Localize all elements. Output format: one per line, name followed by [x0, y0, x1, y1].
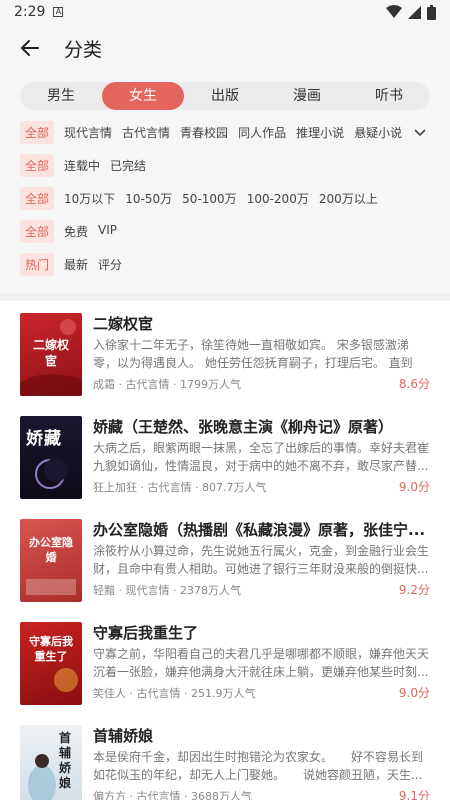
book-score: 9.2分 [398, 583, 430, 597]
book-meta: 成霜 · 古代言情 · 1799万人气 [93, 377, 241, 391]
book-score: 8.6分 [398, 377, 430, 391]
filter-all-chip[interactable]: 全部 [20, 220, 55, 243]
filter-row-category: 全部 现代言情 古代言情 青春校园 同人作品 推理小说 悬疑小说 [0, 116, 450, 149]
book-author: 成霜 [93, 377, 115, 391]
book-meta: 笑佳人 · 古代言情 · 251.9万人气 [93, 686, 256, 700]
book-description: 大病之后，眼紫两眼一抹黑，全忘了出嫁后的事情。幸好夫君崔九貌如谪仙，性情温良，对… [93, 441, 430, 472]
filter-option[interactable]: 200万以上 [319, 190, 378, 207]
filter-all-chip[interactable]: 全部 [20, 121, 55, 144]
app-bar: 分类 [0, 24, 450, 72]
book-cover: 二嫁权宦 [20, 313, 82, 396]
book-meta: 轻黯 · 现代言情 · 2378万人气 [93, 583, 241, 597]
status-time: 2:29 [14, 4, 46, 20]
book-item[interactable]: 办公室隐婚 办公室隐婚（热播剧《私藏浪漫》原著，张佳宁... 涂筱柠从小算过命，… [0, 507, 450, 610]
book-meta: 狂上加狂 · 古代言情 · 807.7万人气 [93, 480, 267, 494]
book-title: 二嫁权宦 [93, 315, 154, 333]
tab-comic[interactable]: 漫画 [266, 82, 348, 110]
filter-row-wordcount: 全部 10万以下 10-50万 50-100万 100-200万 200万以上 [0, 182, 450, 215]
filter-area: 男生 女生 出版 漫画 听书 全部 现代言情 古代言情 青春校园 同人作品 推理… [0, 72, 450, 293]
book-author: 偏方方 [93, 789, 126, 800]
book-popularity: 2378万人气 [180, 583, 241, 597]
filter-option[interactable]: 同人作品 [238, 124, 286, 141]
tab-publish[interactable]: 出版 [184, 82, 266, 110]
book-cover: 办公室隐婚 [20, 519, 82, 602]
filter-row-status: 全部 连载中 已完结 [0, 149, 450, 182]
expand-button[interactable] [410, 128, 430, 137]
filter-option[interactable]: 10-50万 [125, 190, 172, 207]
book-category: 现代言情 [125, 583, 170, 597]
book-title: 办公室隐婚（热播剧《私藏浪漫》原著，张佳宁... [93, 521, 426, 539]
book-popularity: 251.9万人气 [191, 686, 256, 700]
book-title: 首辅娇娘 [93, 727, 154, 745]
filter-all-chip[interactable]: 全部 [20, 154, 55, 177]
book-category: 古代言情 [125, 377, 170, 391]
filter-row-sort: 热门 最新 评分 [0, 248, 450, 281]
signal-icon [408, 5, 421, 19]
filter-option[interactable]: VIP [98, 223, 117, 240]
book-category: 古代言情 [147, 480, 192, 494]
arrow-left-icon [21, 40, 39, 56]
book-category: 古代言情 [136, 789, 181, 800]
filter-option[interactable]: 推理小说 [296, 124, 344, 141]
filter-option[interactable]: 10万以下 [64, 190, 115, 207]
filter-option[interactable]: 悬疑小说 [354, 124, 402, 141]
book-meta: 偏方方 · 古代言情 · 3688万人气 [93, 788, 399, 800]
book-title: 守寡后我重生了 [93, 624, 199, 642]
book-cover-title: 首辅娇娘 [58, 731, 71, 790]
filter-option[interactable]: 古代言情 [122, 124, 170, 141]
filter-option[interactable]: 已完结 [110, 157, 146, 174]
book-title: 娇藏（王楚然、张晚意主演《柳舟记》原著） [93, 418, 394, 436]
book-cover: 守寡后我重生了 [20, 622, 82, 705]
gender-tabs: 男生 女生 出版 漫画 听书 [20, 82, 430, 110]
tab-male[interactable]: 男生 [20, 82, 102, 110]
book-score: 9.1分 [398, 789, 430, 800]
book-popularity: 807.7万人气 [202, 480, 267, 494]
filter-option[interactable]: 青春校园 [180, 124, 228, 141]
section-divider [0, 293, 450, 301]
chevron-down-icon [414, 128, 426, 136]
book-cover-title: 二嫁权宦 [32, 338, 69, 368]
filter-option[interactable]: 最新 [64, 256, 88, 273]
wifi-icon [386, 5, 402, 18]
book-description: 涂筱柠从小算过命，先生说她五行属火，克金，到金融行业会生财，且命中有贵人相助。可… [93, 544, 430, 575]
book-category: 古代言情 [136, 686, 181, 700]
filter-option[interactable]: 评分 [98, 256, 122, 273]
book-description: 入徐家十二年无子，徐笙待她一直相敬如宾。 宋多银感激涕零，以为得遇良人。 她任劳… [93, 338, 413, 369]
book-description: 本是侯府千金，却因出生时抱错沦为农家女。 好不容易长到如花似玉的年纪，却无人上门… [93, 750, 424, 781]
book-list: 二嫁权宦 二嫁权宦 入徐家十二年无子，徐笙待她一直相敬如宾。 宋多银感激涕零，以… [0, 301, 450, 800]
book-cover: 首辅娇娘 [20, 725, 82, 800]
filter-option[interactable]: 免费 [64, 223, 88, 240]
book-cover-title: 守寡后我重生了 [29, 635, 73, 663]
book-cover-title: 娇藏 [26, 429, 62, 449]
book-item[interactable]: 娇藏 娇藏（王楚然、张晚意主演《柳舟记》原著） 大病之后，眼紫两眼一抹黑，全忘了… [0, 404, 450, 507]
book-cover: 娇藏 [20, 416, 82, 499]
book-popularity: 3688万人气 [191, 789, 252, 800]
sort-hot-chip[interactable]: 热门 [20, 253, 55, 276]
book-popularity: 1799万人气 [180, 377, 241, 391]
status-bar: 2:29 A [0, 0, 450, 24]
page-title: 分类 [64, 38, 103, 61]
back-button[interactable] [14, 32, 46, 64]
filter-option[interactable]: 100-200万 [247, 190, 309, 207]
filter-option[interactable]: 连载中 [64, 157, 100, 174]
book-score: 9.0分 [398, 686, 430, 700]
filter-row-price: 全部 免费 VIP [0, 215, 450, 248]
book-author: 笑佳人 [93, 686, 126, 700]
filter-option[interactable]: 50-100万 [182, 190, 237, 207]
book-author: 轻黯 [93, 583, 115, 597]
notification-icon: A [53, 7, 64, 17]
book-cover-title: 办公室隐婚 [29, 536, 73, 564]
tab-audiobook[interactable]: 听书 [348, 82, 430, 110]
book-item[interactable]: 守寡后我重生了 守寡后我重生了 守寡之前，华阳看自己的夫君几乎是哪哪都不顺眼，嫌… [0, 610, 450, 713]
book-author: 狂上加狂 [93, 480, 137, 494]
battery-icon [427, 4, 436, 20]
filter-all-chip[interactable]: 全部 [20, 187, 55, 210]
book-item[interactable]: 首辅娇娘 首辅娇娘 本是侯府千金，却因出生时抱错沦为农家女。 好不容易长到如花似… [0, 713, 450, 800]
book-description: 守寡之前，华阳看自己的夫君几乎是哪哪都不顺眼，嫌弃他天天沉着一张脸，嫌弃他满身大… [93, 647, 430, 678]
book-score: 9.0分 [398, 480, 430, 494]
filter-option[interactable]: 现代言情 [64, 124, 112, 141]
tab-female[interactable]: 女生 [102, 82, 184, 110]
book-item[interactable]: 二嫁权宦 二嫁权宦 入徐家十二年无子，徐笙待她一直相敬如宾。 宋多银感激涕零，以… [0, 301, 450, 404]
